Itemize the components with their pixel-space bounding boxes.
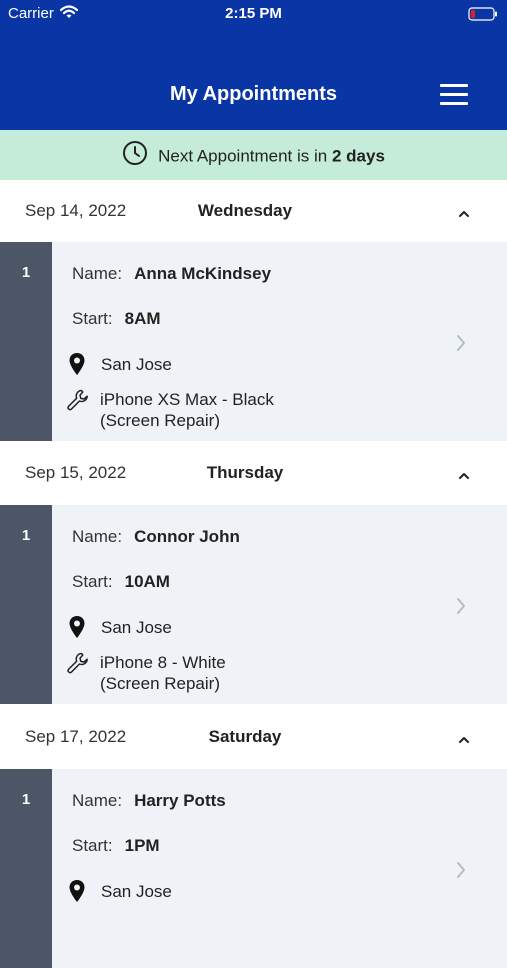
location-text: San Jose bbox=[101, 882, 172, 901]
clock-icon bbox=[122, 140, 148, 171]
service-type: (Screen Repair) bbox=[100, 674, 220, 693]
device-text: iPhone XS Max - Black (Screen Repair) bbox=[100, 389, 274, 431]
app-header: Carrier 2:15 PM My Appointments bbox=[0, 0, 507, 130]
appointment-name-row: Name: Anna McKindsey bbox=[72, 264, 271, 284]
appointment-card[interactable]: 1 Name: Connor John Start: 10AM San Jose i… bbox=[0, 505, 507, 704]
chevron-up-icon[interactable] bbox=[456, 206, 472, 224]
start-time: 1PM bbox=[124, 836, 160, 855]
banner-days: 2 days bbox=[331, 146, 385, 166]
start-label: Start: bbox=[72, 309, 113, 328]
day-header[interactable]: Sep 14, 2022 Wednesday bbox=[0, 180, 507, 242]
start-time: 10AM bbox=[124, 572, 170, 591]
appointment-start-row: Start: 10AM bbox=[72, 572, 170, 592]
chevron-up-icon[interactable] bbox=[456, 732, 472, 750]
device-model: iPhone 8 - White bbox=[100, 653, 226, 672]
location-pin-icon bbox=[68, 879, 86, 908]
device-text: iPhone 8 - White (Screen Repair) bbox=[100, 652, 226, 694]
appointment-index: 1 bbox=[21, 527, 31, 544]
service-type: (Screen Repair) bbox=[100, 411, 220, 430]
banner-text: Next Appointment is in bbox=[158, 146, 332, 166]
appointment-card[interactable]: 1 Name: Anna McKindsey Start: 8AM San Jose… bbox=[0, 242, 507, 441]
location-pin-icon bbox=[68, 352, 86, 381]
day-header[interactable]: Sep 17, 2022 Saturday bbox=[0, 706, 507, 768]
name-label: Name: bbox=[72, 527, 123, 546]
start-label: Start: bbox=[72, 572, 113, 591]
start-label: Start: bbox=[72, 836, 113, 855]
location-text: San Jose bbox=[101, 618, 172, 637]
chevron-up-icon[interactable] bbox=[456, 468, 472, 486]
customer-name: Harry Potts bbox=[134, 791, 226, 810]
appointment-index: 1 bbox=[21, 264, 31, 281]
customer-name: Connor John bbox=[134, 527, 240, 546]
wrench-icon bbox=[66, 651, 90, 680]
customer-name: Anna McKindsey bbox=[134, 264, 272, 283]
status-time: 2:15 PM bbox=[225, 5, 282, 22]
day-weekday: Wednesday bbox=[197, 201, 293, 220]
chevron-right-icon[interactable] bbox=[455, 860, 467, 885]
page-title: My Appointments bbox=[169, 83, 338, 105]
day-weekday: Saturday bbox=[208, 727, 282, 746]
status-bar: Carrier 2:15 PM bbox=[0, 0, 507, 28]
day-weekday: Thursday bbox=[206, 463, 284, 482]
chevron-right-icon[interactable] bbox=[455, 333, 467, 358]
battery-icon bbox=[468, 7, 498, 25]
name-label: Name: bbox=[72, 791, 123, 810]
device-model: iPhone XS Max - Black bbox=[100, 390, 274, 409]
appointment-start-row: Start: 1PM bbox=[72, 836, 160, 856]
name-label: Name: bbox=[72, 264, 123, 283]
appointment-start-row: Start: 8AM bbox=[72, 309, 161, 329]
location-pin-icon bbox=[68, 615, 86, 644]
menu-icon[interactable] bbox=[440, 84, 468, 106]
chevron-right-icon[interactable] bbox=[455, 596, 467, 621]
appointment-index: 1 bbox=[21, 791, 31, 808]
location-text: San Jose bbox=[101, 355, 172, 374]
day-header[interactable]: Sep 15, 2022 Thursday bbox=[0, 442, 507, 504]
appointment-name-row: Name: Harry Potts bbox=[72, 791, 226, 811]
start-time: 8AM bbox=[124, 309, 161, 328]
wrench-icon bbox=[66, 388, 90, 417]
appointment-name-row: Name: Connor John bbox=[72, 527, 240, 547]
appointment-card[interactable]: 1 Name: Harry Potts Start: 1PM San Jose bbox=[0, 769, 507, 968]
next-appointment-banner: Next Appointment is in 2 days bbox=[0, 130, 507, 180]
